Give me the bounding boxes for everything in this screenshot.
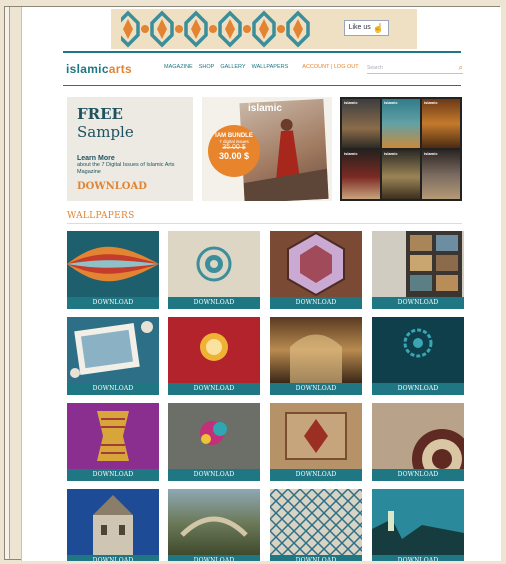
- cover-logo: islamic: [344, 100, 358, 105]
- wallpapers-rule: [67, 223, 462, 224]
- wallpaper-tile[interactable]: DOWNLOAD: [270, 317, 362, 395]
- download-button[interactable]: DOWNLOAD: [372, 383, 464, 395]
- download-button[interactable]: DOWNLOAD: [67, 555, 159, 561]
- magazine-cover[interactable]: islamic: [382, 99, 420, 148]
- like-us-label: Like us: [348, 24, 371, 31]
- wallpaper-tile[interactable]: DOWNLOAD: [270, 231, 362, 309]
- wallpaper-tile[interactable]: DOWNLOAD: [372, 403, 464, 481]
- download-button[interactable]: DOWNLOAD: [270, 297, 362, 309]
- wallpaper-image: [270, 403, 362, 469]
- magazine-cover[interactable]: islamic: [342, 150, 380, 199]
- download-button[interactable]: DOWNLOAD: [67, 469, 159, 481]
- download-button[interactable]: DOWNLOAD: [67, 383, 159, 395]
- wallpaper-tile[interactable]: DOWNLOAD: [67, 403, 159, 481]
- download-button[interactable]: DOWNLOAD: [270, 469, 362, 481]
- wallpaper-tile[interactable]: DOWNLOAD: [270, 403, 362, 481]
- iam-bundle-promo[interactable]: islamic IAM BUNDLE 7 digital issues 35.0…: [202, 97, 332, 201]
- download-button[interactable]: DOWNLOAD: [168, 555, 260, 561]
- wallpaper-tile[interactable]: DOWNLOAD: [168, 317, 260, 395]
- download-button[interactable]: DOWNLOAD: [372, 469, 464, 481]
- wallpaper-image: [168, 403, 260, 469]
- web-page[interactable]: Like us ☝ islamicarts MAGAZINE SHOP GALL…: [21, 7, 501, 561]
- magazine-cover[interactable]: islamic: [422, 150, 460, 199]
- wallpaper-image: [168, 489, 260, 555]
- wallpaper-image: [168, 317, 260, 383]
- wallpaper-tile[interactable]: DOWNLOAD: [168, 403, 260, 481]
- site-logo[interactable]: islamicarts: [66, 62, 132, 76]
- free-sample-promo[interactable]: FREE Sample Learn More about the 7 Digit…: [67, 97, 193, 201]
- wallpaper-tile[interactable]: DOWNLOAD: [372, 231, 464, 309]
- search-icon[interactable]: ⌕: [459, 62, 463, 74]
- cover-logo: islamic: [344, 151, 358, 156]
- nav-wallpapers[interactable]: WALLPAPERS: [252, 64, 289, 70]
- wallpaper-tile[interactable]: DOWNLOAD: [67, 231, 159, 309]
- wallpaper-tile[interactable]: DOWNLOAD: [67, 317, 159, 395]
- header-banner[interactable]: Like us ☝: [111, 9, 417, 49]
- download-button[interactable]: DOWNLOAD: [168, 297, 260, 309]
- promo-description: about the 7 Digital Issues of Islamic Ar…: [77, 162, 175, 176]
- wallpaper-image: [67, 403, 159, 469]
- nav-magazine[interactable]: MAGAZINE: [164, 64, 193, 70]
- wallpaper-tile[interactable]: DOWNLOAD: [270, 489, 362, 561]
- wallpaper-tile[interactable]: DOWNLOAD: [372, 489, 464, 561]
- download-button[interactable]: DOWNLOAD: [168, 383, 260, 395]
- search-placeholder: Search: [367, 65, 383, 71]
- logo-main-text: islamic: [66, 62, 109, 76]
- wallpaper-tile[interactable]: DOWNLOAD: [67, 489, 159, 561]
- cover-logo: islamic: [424, 100, 438, 105]
- search-input[interactable]: Search ⌕: [367, 62, 463, 74]
- free-sample-title: FREE Sample: [77, 105, 134, 141]
- left-edge: [5, 7, 10, 559]
- wallpaper-image: [372, 403, 464, 469]
- like-us-button[interactable]: Like us ☝: [343, 20, 389, 36]
- download-button[interactable]: DOWNLOAD: [372, 555, 464, 561]
- wallpaper-tile[interactable]: DOWNLOAD: [372, 317, 464, 395]
- main-nav: MAGAZINE SHOP GALLERY WALLPAPERS ACCOUNT…: [164, 64, 359, 70]
- magazine-logo: islamic: [248, 103, 282, 114]
- wallpaper-tile[interactable]: DOWNLOAD: [168, 231, 260, 309]
- download-button[interactable]: DOWNLOAD: [67, 297, 159, 309]
- wallpapers-heading: WALLPAPERS: [67, 211, 135, 221]
- nav-shop[interactable]: SHOP: [199, 64, 215, 70]
- cover-logo: islamic: [384, 100, 398, 105]
- promo-download-button[interactable]: DOWNLOAD: [77, 181, 147, 192]
- download-button[interactable]: DOWNLOAD: [168, 469, 260, 481]
- wallpaper-image: [270, 489, 362, 555]
- download-button[interactable]: DOWNLOAD: [372, 297, 464, 309]
- bundle-price: 30.00 $: [218, 151, 250, 161]
- wallpaper-image: [168, 231, 260, 297]
- logo-accent-text: arts: [108, 62, 133, 76]
- wallpaper-image: [270, 231, 362, 297]
- nav-account-logout[interactable]: ACCOUNT | LOG OUT: [302, 64, 358, 70]
- magazine-cover[interactable]: islamic: [342, 99, 380, 148]
- header-rule-top: [63, 51, 461, 53]
- download-button[interactable]: DOWNLOAD: [270, 555, 362, 561]
- bundle-old-price: 35.00 $: [222, 144, 246, 151]
- wallpaper-image: [372, 317, 464, 383]
- download-button[interactable]: DOWNLOAD: [270, 383, 362, 395]
- magazine-covers-grid: islamic islamic islamic islamic islamic …: [340, 97, 462, 201]
- wallpaper-image: [372, 231, 464, 297]
- thumbs-up-icon: ☝: [372, 23, 384, 33]
- bundle-price-badge[interactable]: IAM BUNDLE 7 digital issues 35.00 $ 30.0…: [208, 125, 260, 177]
- wallpaper-image: [67, 317, 159, 383]
- nav-gallery[interactable]: GALLERY: [220, 64, 245, 70]
- wallpaper-image: [67, 489, 159, 555]
- cover-logo: islamic: [384, 151, 398, 156]
- header-rule-bottom: [63, 85, 461, 86]
- learn-more-link[interactable]: Learn More: [77, 155, 183, 162]
- wallpaper-image: [270, 317, 362, 383]
- wallpaper-image: [372, 489, 464, 555]
- wallpaper-tile[interactable]: DOWNLOAD: [168, 489, 260, 561]
- wallpaper-image: [67, 231, 159, 297]
- magazine-cover[interactable]: islamic: [422, 99, 460, 148]
- magazine-cover[interactable]: islamic: [382, 150, 420, 199]
- cover-logo: islamic: [424, 151, 438, 156]
- browser-frame: Like us ☝ islamicarts MAGAZINE SHOP GALL…: [4, 6, 501, 561]
